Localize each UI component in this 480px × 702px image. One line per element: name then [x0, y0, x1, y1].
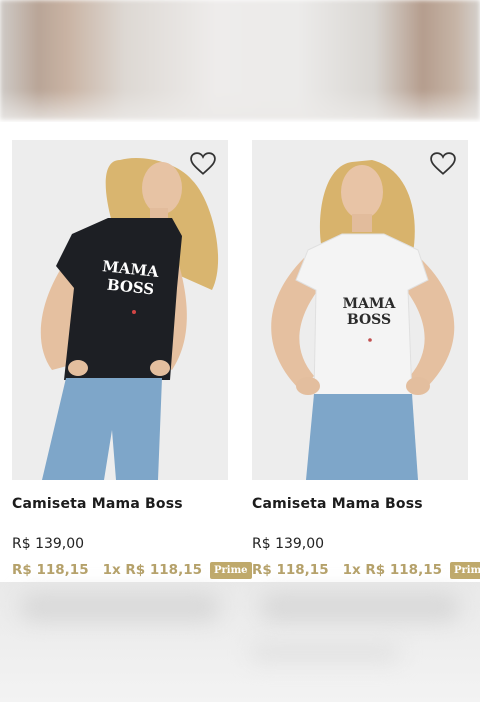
product-card[interactable]: MAMA BOSS Camiseta Mama Boss R$ 139,00 R… [252, 122, 480, 580]
product-image[interactable]: MAMA BOSS [252, 140, 468, 480]
promo-row: R$ 118,15 1x R$ 118,15 Prime [12, 560, 252, 580]
promo-price: R$ 118,15 [12, 562, 89, 578]
product-image[interactable]: MAMA BOSS [12, 140, 228, 480]
product-name[interactable]: Camiseta Mama Boss [252, 496, 480, 512]
blurred-previous-row [0, 0, 480, 120]
product-card[interactable]: MAMA BOSS Camiseta Mama Boss R$ 139,00 R… [12, 122, 252, 580]
model-photo: MAMA BOSS [252, 140, 468, 480]
product-grid: MAMA BOSS Camiseta Mama Boss R$ 139,00 R… [0, 122, 480, 582]
shirt-shape [56, 218, 182, 380]
installment-text: 1x R$ 118,15 [342, 562, 442, 578]
product-price: R$ 139,00 [252, 536, 325, 552]
promo-price: R$ 118,15 [252, 562, 329, 578]
model-photo: MAMA BOSS [12, 140, 228, 480]
installment-text: 1x R$ 118,15 [102, 562, 202, 578]
product-price: R$ 139,00 [12, 536, 85, 552]
product-name[interactable]: Camiseta Mama Boss [12, 496, 240, 512]
prime-badge: Prime [449, 561, 480, 579]
promo-row: R$ 118,15 1x R$ 118,15 Prime [252, 560, 480, 580]
blurred-next-row [0, 582, 480, 702]
heart-outline-icon[interactable] [190, 152, 216, 176]
heart-outline-icon[interactable] [430, 152, 456, 176]
shirt-print-line2: BOSS [347, 312, 391, 328]
shirt-print-line1: MAMA [343, 296, 397, 312]
prime-badge: Prime [209, 561, 252, 579]
